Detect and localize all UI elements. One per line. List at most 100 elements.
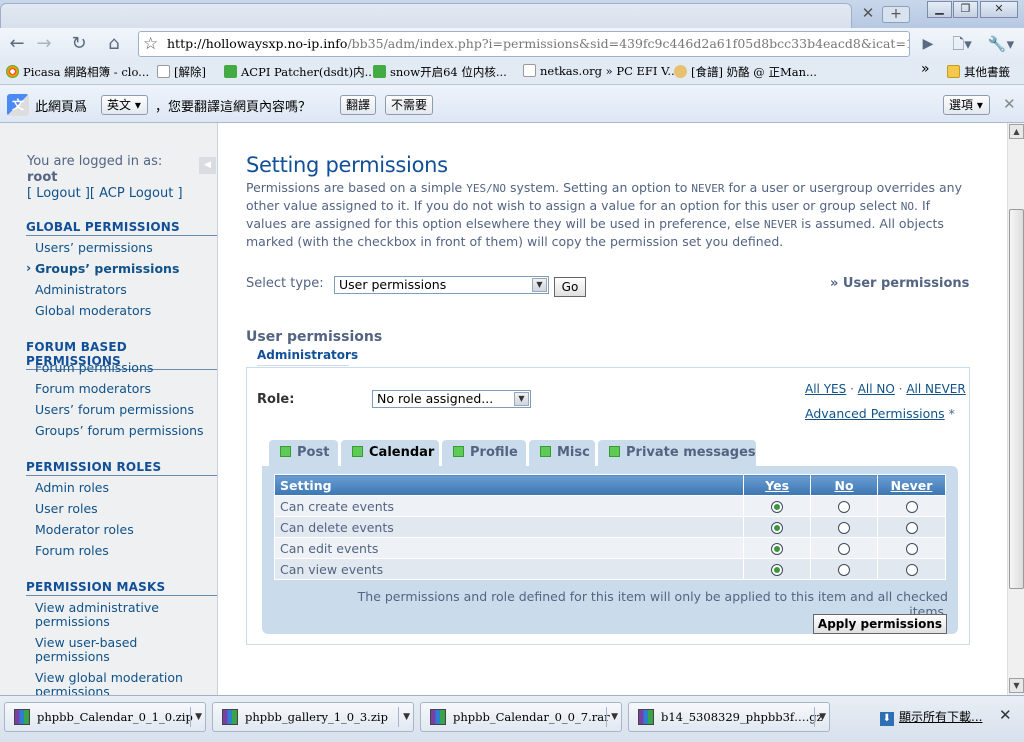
reload-icon[interactable]: ↻ — [67, 32, 91, 56]
radio-yes[interactable] — [771, 522, 784, 534]
vertical-scrollbar[interactable]: ▲ ▼ — [1007, 123, 1024, 695]
sidebar-item-administrators[interactable]: Administrators — [35, 283, 127, 297]
show-all-downloads-link[interactable]: ⬇ 顯示所有下載... — [880, 708, 982, 726]
chevron-down-icon[interactable]: ▼ — [819, 703, 826, 731]
back-icon[interactable]: ← — [5, 32, 29, 56]
radio-yes[interactable] — [771, 543, 784, 555]
tab-post[interactable]: Post — [269, 440, 338, 466]
tab-strip: ✕ + ▁ ❐ ✕ — [0, 0, 1024, 28]
minimize-button[interactable]: ▁ — [927, 1, 952, 18]
address-bar[interactable]: ☆ http://hollowaysxp.no-ip.info/bb35/adm… — [138, 31, 910, 57]
radio-never[interactable] — [905, 501, 918, 513]
logged-in-label: You are logged in as: — [27, 154, 163, 169]
sidebar-item-groups-forum-permissions[interactable]: Groups’ forum permissions — [35, 424, 204, 438]
close-downloads-icon[interactable]: ✕ — [999, 706, 1012, 724]
sidebar-item-groups-permissions[interactable]: Groups’ permissions — [26, 261, 179, 276]
radio-yes[interactable] — [771, 501, 784, 513]
sidebar-item-moderator-roles[interactable]: Moderator roles — [35, 523, 134, 537]
radio-never[interactable] — [905, 522, 918, 534]
sidebar-item-view-global-moderation[interactable]: View global moderation permissions — [35, 671, 205, 696]
maximize-button[interactable]: ❐ — [953, 1, 978, 18]
bookmark-item[interactable]: snow开启64 位内核... — [373, 64, 507, 80]
radio-never[interactable] — [905, 543, 918, 555]
close-tab-icon[interactable]: ✕ — [858, 3, 878, 23]
download-item[interactable]: phpbb_Calendar_0_1_0.zip ▼ — [4, 702, 206, 732]
all-never-link[interactable]: All NEVER — [906, 382, 965, 396]
role-dropdown[interactable]: No role assigned... ▼ — [372, 390, 531, 408]
tab-private-messages[interactable]: Private messages — [598, 440, 756, 466]
page-menu-icon[interactable]: 🗋▾ — [946, 32, 978, 56]
radio-no[interactable] — [838, 543, 851, 555]
download-item[interactable]: phpbb_Calendar_0_0_7.rar ▼ — [420, 702, 622, 732]
download-item[interactable]: phpbb_gallery_1_0_3.zip ▼ — [212, 702, 414, 732]
radio-yes[interactable] — [771, 564, 784, 576]
radio-no[interactable] — [838, 501, 851, 513]
folder-icon — [947, 65, 960, 78]
radio-no[interactable] — [838, 522, 851, 534]
radio-no[interactable] — [838, 564, 851, 576]
collapse-menu-icon[interactable]: ◀ — [199, 157, 216, 174]
tab-misc[interactable]: Misc — [529, 440, 595, 466]
browser-tab[interactable] — [0, 3, 852, 28]
advanced-permissions: Advanced Permissions * — [805, 406, 955, 421]
language-select[interactable]: 英文 ▾ — [101, 95, 148, 115]
scrollbar-thumb[interactable] — [1009, 209, 1024, 589]
column-header-yes[interactable]: Yes — [743, 474, 812, 496]
bookmark-item[interactable]: Picasa 網路相簿 - clo... — [6, 64, 149, 80]
permissions-panel: Role: No role assigned... ▼ All YES · All… — [246, 367, 970, 645]
sidebar-item-admin-roles[interactable]: Admin roles — [35, 481, 109, 495]
bookmarks-overflow-chevron[interactable]: » — [921, 61, 930, 77]
browser-toolbar: ← → ↻ ⌂ ☆ http://hollowaysxp.no-ip.info/… — [0, 28, 1024, 60]
bookmark-item[interactable]: [解除] — [157, 64, 206, 80]
sidebar-item-user-roles[interactable]: User roles — [35, 502, 98, 516]
no-translate-button[interactable]: 不需要 — [385, 95, 434, 115]
scroll-up-icon[interactable]: ▲ — [1009, 124, 1024, 139]
apply-permissions-button[interactable]: Apply permissions — [813, 614, 947, 634]
chevron-down-icon[interactable]: ▼ — [611, 703, 618, 731]
sidebar-item-global-moderators[interactable]: Global moderators — [35, 304, 151, 318]
checkbox-icon — [352, 446, 363, 457]
close-infobar-icon[interactable]: ✕ — [1003, 95, 1016, 113]
sidebar-item-users-permissions[interactable]: Users’ permissions — [35, 241, 153, 255]
translate-options-button[interactable]: 選項 ▾ — [943, 95, 990, 115]
bookmark-item[interactable]: [食譜] 奶酪 @ 正Man... — [674, 64, 817, 80]
bookmark-item[interactable]: netkas.org » PC EFI V... — [523, 64, 678, 78]
sidebar-item-users-forum-permissions[interactable]: Users’ forum permissions — [35, 403, 194, 417]
translate-button[interactable]: 翻譯 — [340, 95, 377, 115]
sidebar-item-view-user-permissions[interactable]: View user-based permissions — [35, 636, 185, 664]
other-bookmarks[interactable]: 其他書籤 — [947, 64, 1010, 80]
site-icon — [674, 65, 687, 78]
chevron-down-icon[interactable]: ▼ — [403, 703, 410, 731]
home-icon[interactable]: ⌂ — [102, 32, 126, 56]
intro-text: Permissions are based on a simple YES/NO… — [246, 180, 962, 249]
window-close-button[interactable]: ✕ — [980, 1, 1018, 18]
column-header-never[interactable]: Never — [877, 474, 946, 496]
forward-icon[interactable]: → — [32, 32, 56, 56]
wrench-menu-icon[interactable]: 🔧▾ — [984, 32, 1018, 56]
archive-icon — [14, 709, 30, 725]
sidebar-item-view-admin-permissions[interactable]: View administrative permissions — [35, 601, 185, 629]
scroll-down-icon[interactable]: ▼ — [1009, 678, 1024, 693]
table-row: Can delete events — [273, 516, 946, 538]
go-button[interactable]: Go — [554, 277, 586, 297]
bookmark-item[interactable]: ACPI Patcher(dsdt)内... — [224, 64, 376, 80]
sidebar-item-forum-roles[interactable]: Forum roles — [35, 544, 109, 558]
logout-links[interactable]: [ Logout ][ ACP Logout ] — [27, 186, 183, 201]
all-yes-link[interactable]: All YES — [805, 382, 846, 396]
tab-profile[interactable]: Profile — [442, 440, 526, 466]
new-tab-button[interactable]: + — [882, 6, 910, 23]
bookmark-star-icon[interactable]: ☆ — [143, 32, 158, 56]
all-no-link[interactable]: All NO — [858, 382, 895, 396]
column-header-setting: Setting — [273, 474, 745, 496]
tab-calendar[interactable]: Calendar — [341, 440, 439, 468]
chevron-down-icon[interactable]: ▼ — [195, 703, 202, 731]
setting-label: Can edit events — [273, 537, 745, 559]
sidebar-item-forum-permissions[interactable]: Forum permissions — [35, 361, 153, 375]
advanced-permissions-link[interactable]: Advanced Permissions — [805, 406, 945, 421]
download-item[interactable]: b14_5308329_phpbb3f….gz ▼ — [628, 702, 830, 732]
radio-never[interactable] — [905, 564, 918, 576]
column-header-no[interactable]: No — [810, 474, 878, 496]
select-type-dropdown[interactable]: User permissions ▼ — [334, 276, 549, 294]
sidebar-item-forum-moderators[interactable]: Forum moderators — [35, 382, 151, 396]
go-arrow-icon[interactable]: ▶ — [916, 32, 940, 56]
